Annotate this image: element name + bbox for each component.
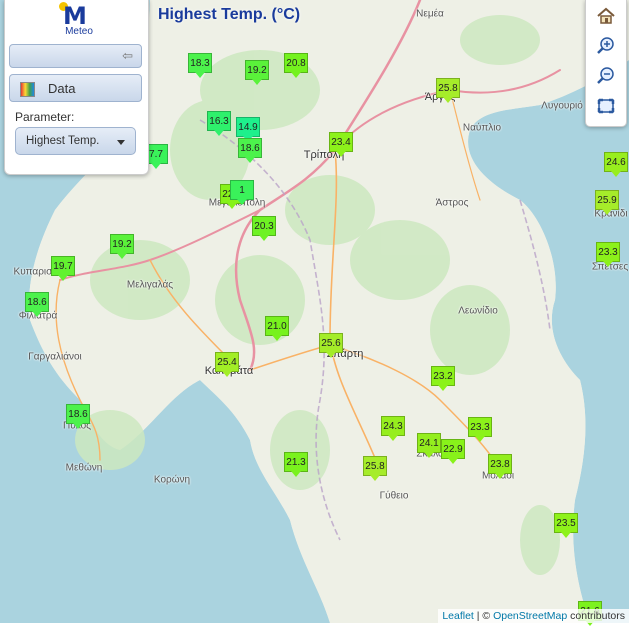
temperature-marker[interactable]: 1 bbox=[230, 180, 254, 205]
temperature-marker[interactable]: 21.0 bbox=[265, 316, 289, 341]
chevron-down-icon bbox=[117, 140, 125, 145]
temperature-marker[interactable]: 24.6 bbox=[604, 152, 628, 177]
home-icon bbox=[597, 7, 615, 24]
temperature-marker[interactable]: 18.6 bbox=[66, 404, 90, 429]
leaflet-link[interactable]: Leaflet bbox=[442, 610, 474, 622]
color-scale-icon bbox=[20, 82, 35, 97]
temperature-marker[interactable]: 25.8 bbox=[363, 456, 387, 481]
temperature-marker[interactable]: 24.1 bbox=[417, 433, 441, 458]
place-label: Λυγουριό bbox=[541, 100, 583, 112]
place-label: Γαργαλιάνοι bbox=[28, 351, 82, 363]
place-label: Νεμέα bbox=[416, 8, 444, 20]
temperature-marker[interactable]: 22.9 bbox=[441, 439, 465, 464]
arrow-left-icon: ⇦ bbox=[122, 48, 133, 63]
collapse-panel-button[interactable]: ⇦ bbox=[9, 44, 142, 68]
temperature-marker[interactable]: 25.4 bbox=[215, 352, 239, 377]
temperature-marker[interactable]: 23.3 bbox=[468, 417, 492, 442]
temperature-marker[interactable]: 23.3 bbox=[596, 242, 620, 267]
temperature-marker[interactable]: 18.6 bbox=[25, 292, 49, 317]
temperature-marker[interactable]: 23.5 bbox=[554, 513, 578, 538]
temperature-marker[interactable]: 25.6 bbox=[319, 333, 343, 358]
temperature-marker[interactable]: 25.9 bbox=[595, 190, 619, 215]
place-label: Μελιγαλάς bbox=[126, 279, 174, 291]
temperature-marker[interactable]: 19.2 bbox=[110, 234, 134, 259]
control-panel: M Meteo ⇦ Data Parameter: Highest Temp. bbox=[4, 0, 149, 175]
temperature-marker[interactable]: 20.3 bbox=[252, 216, 276, 241]
fullscreen-button[interactable] bbox=[594, 94, 618, 118]
temperature-marker[interactable]: 21.3 bbox=[284, 452, 308, 477]
temperature-marker[interactable]: 23.8 bbox=[488, 454, 512, 479]
place-label: Κορώνη bbox=[153, 474, 191, 486]
parameter-label: Parameter: bbox=[15, 110, 75, 124]
temperature-marker[interactable]: 14.9 bbox=[236, 117, 260, 142]
parameter-value: Highest Temp. bbox=[26, 135, 100, 147]
osm-link[interactable]: OpenStreetMap bbox=[493, 610, 567, 622]
temperature-marker[interactable]: 20.8 bbox=[284, 53, 308, 78]
data-layer-button[interactable]: Data bbox=[9, 74, 142, 102]
map-controls bbox=[585, 0, 627, 127]
temperature-marker[interactable]: 24.3 bbox=[381, 416, 405, 441]
zoom-out-button[interactable] bbox=[594, 64, 618, 88]
place-label: Άστρος bbox=[435, 197, 469, 209]
zoom-in-icon bbox=[597, 37, 614, 54]
logo-m-glyph: M bbox=[63, 2, 87, 30]
fullscreen-icon bbox=[597, 98, 615, 114]
temperature-marker[interactable]: 18.6 bbox=[238, 138, 262, 163]
attribution-suffix: contributors bbox=[567, 610, 625, 622]
place-label: Γύθειο bbox=[379, 490, 409, 502]
temperature-marker[interactable]: 23.4 bbox=[329, 132, 353, 157]
meteo-logo: M Meteo bbox=[57, 2, 101, 37]
temperature-marker[interactable]: 23.2 bbox=[431, 366, 455, 391]
temperature-marker[interactable]: 19.2 bbox=[245, 60, 269, 85]
zoom-out-icon bbox=[597, 67, 614, 84]
attribution: Leaflet | © OpenStreetMap contributors bbox=[438, 609, 629, 623]
data-label: Data bbox=[48, 81, 76, 96]
logo-label: Meteo bbox=[65, 26, 93, 37]
temperature-marker[interactable]: 18.3 bbox=[188, 53, 212, 78]
zoom-in-button[interactable] bbox=[594, 34, 618, 58]
parameter-select[interactable]: Highest Temp. bbox=[15, 127, 136, 155]
home-button[interactable] bbox=[594, 4, 618, 28]
temperature-marker[interactable]: 19.7 bbox=[51, 256, 75, 281]
place-label: Μεθώνη bbox=[65, 462, 103, 474]
place-label: Ναύπλιο bbox=[462, 122, 502, 134]
map-title: Highest Temp. (°C) bbox=[158, 6, 301, 23]
temperature-marker[interactable]: 25.8 bbox=[436, 78, 460, 103]
place-label: Λεωνίδιο bbox=[458, 305, 498, 317]
temperature-marker[interactable]: 16.3 bbox=[207, 111, 231, 136]
attribution-sep: | © bbox=[473, 610, 494, 622]
